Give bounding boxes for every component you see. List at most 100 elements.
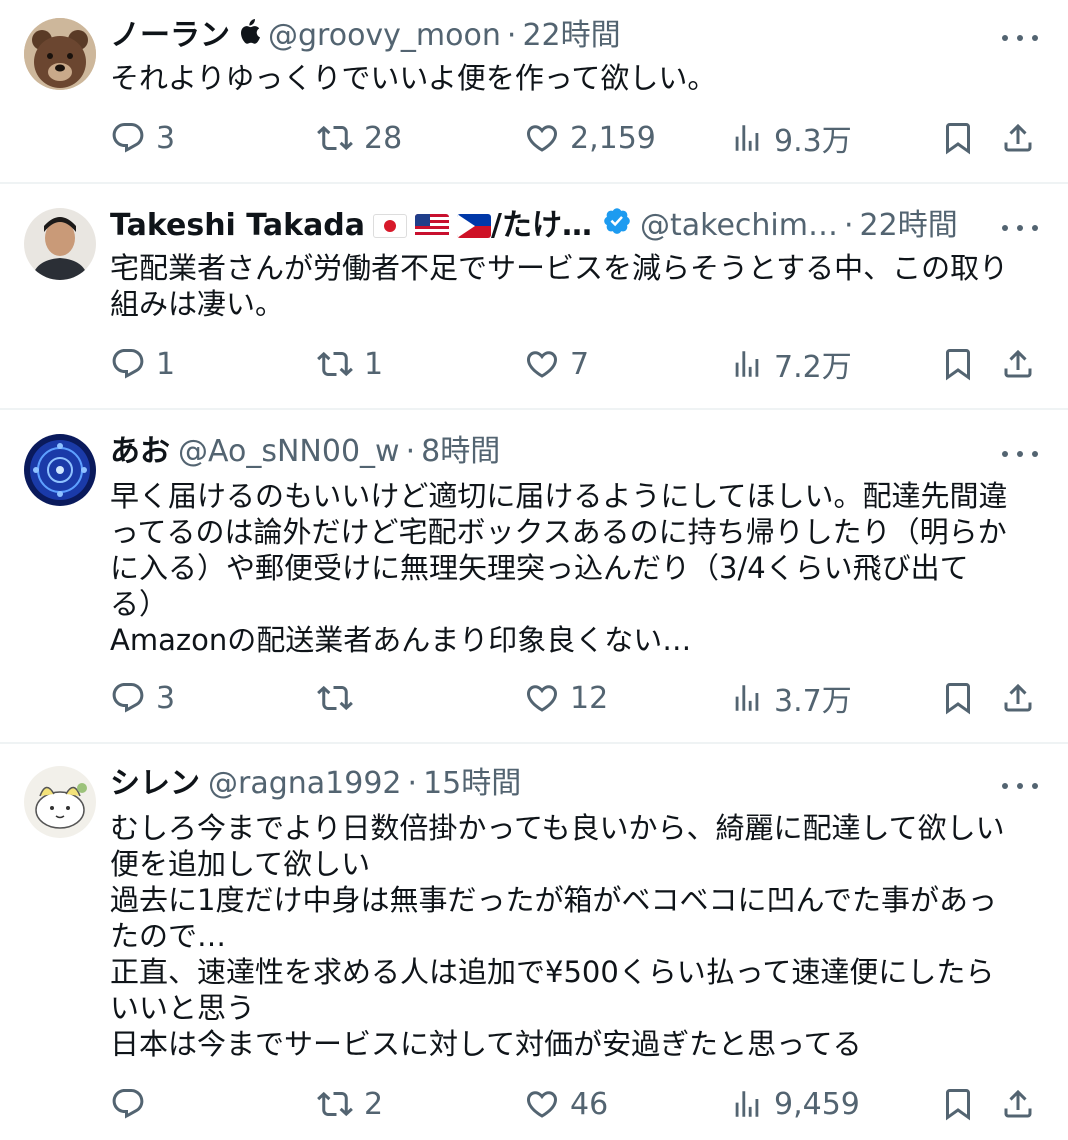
post[interactable]: Takeshi Takada /たけ… @takechim… · 22時間 宅配… bbox=[0, 184, 1068, 410]
reply-count: 1 bbox=[156, 346, 176, 382]
like-count: 46 bbox=[570, 1086, 609, 1122]
like-count: 12 bbox=[570, 680, 609, 716]
bookmark-icon bbox=[946, 349, 970, 381]
reply-button[interactable]: 3 bbox=[110, 116, 175, 160]
views-button[interactable]: 3.7万 bbox=[730, 676, 852, 720]
repost-button[interactable]: 28 bbox=[316, 116, 402, 160]
share-button[interactable] bbox=[1000, 1082, 1036, 1126]
repost-button[interactable]: 1 bbox=[316, 342, 383, 386]
separator: · bbox=[843, 208, 854, 243]
more-icon[interactable] bbox=[1002, 776, 1038, 796]
bookmark-icon bbox=[946, 1089, 970, 1121]
heart-icon bbox=[526, 351, 558, 378]
repost-count: 28 bbox=[364, 120, 403, 156]
repost-icon bbox=[317, 351, 353, 377]
person-photo-avatar bbox=[24, 208, 96, 280]
author-name[interactable]: Takeshi Takada bbox=[110, 206, 365, 246]
japan-flag-icon bbox=[373, 214, 408, 238]
repost-button[interactable]: 2 bbox=[316, 1082, 383, 1126]
author-handle[interactable]: @Ao_sNN00_w bbox=[178, 432, 400, 472]
reply-icon bbox=[112, 1089, 144, 1119]
reply-icon bbox=[112, 123, 144, 153]
author-name[interactable]: ノーラン bbox=[110, 16, 230, 56]
philippines-flag-icon bbox=[457, 214, 492, 238]
view-count: 3.7万 bbox=[774, 684, 852, 719]
author-handle[interactable]: @groovy_moon bbox=[268, 16, 501, 56]
reply-count: 3 bbox=[156, 680, 176, 716]
like-button[interactable]: 2,159 bbox=[524, 116, 656, 160]
heart-icon bbox=[526, 1091, 558, 1118]
share-button[interactable] bbox=[1000, 676, 1036, 720]
repost-count: 2 bbox=[364, 1086, 384, 1122]
reply-icon bbox=[112, 349, 144, 379]
us-flag-icon bbox=[415, 214, 450, 238]
repost-button[interactable] bbox=[316, 676, 364, 720]
avatar[interactable] bbox=[24, 766, 96, 838]
heart-icon bbox=[526, 685, 558, 712]
post-text: 早く届けるのもいいけど適切に届けるようにしてほしい。配達先間違 ってるのは論外だ… bbox=[110, 479, 1008, 657]
author-handle[interactable]: @takechim… bbox=[640, 206, 838, 246]
view-count: 9,459 bbox=[774, 1086, 860, 1122]
more-icon[interactable] bbox=[1002, 28, 1038, 48]
avatar[interactable] bbox=[24, 434, 96, 506]
reply-icon bbox=[112, 683, 144, 713]
views-button[interactable]: 7.2万 bbox=[730, 342, 852, 386]
action-bar: 1 1 7 7.2万 bbox=[110, 342, 1048, 386]
share-icon bbox=[1004, 683, 1032, 712]
view-count: 7.2万 bbox=[774, 350, 852, 385]
like-button[interactable]: 46 bbox=[524, 1082, 608, 1126]
reply-feed: ノーラン @groovy_moon · 22時間 それよりゆっくりでいいよ便を作… bbox=[0, 0, 1068, 1140]
avatar[interactable] bbox=[24, 18, 96, 90]
post-text: それよりゆっくりでいいよ便を作って欲しい。 bbox=[110, 61, 717, 95]
author-name[interactable]: シレン bbox=[110, 764, 200, 804]
action-bar: 3 28 2,159 9.3万 bbox=[110, 116, 1048, 160]
views-button[interactable]: 9,459 bbox=[730, 1082, 860, 1126]
action-bar: 3 12 3.7万 bbox=[110, 676, 1048, 720]
more-icon[interactable] bbox=[1002, 218, 1038, 238]
post-text: 宅配業者さんが労働者不足でサービスを減らそうとする中、この取り 組みは凄い。 bbox=[110, 251, 1009, 321]
like-button[interactable]: 7 bbox=[524, 342, 589, 386]
views-button[interactable]: 9.3万 bbox=[730, 116, 852, 160]
separator: · bbox=[506, 18, 517, 53]
cat-drawing-avatar bbox=[24, 766, 96, 838]
repost-icon bbox=[317, 1091, 353, 1117]
views-icon bbox=[735, 125, 759, 151]
separator: · bbox=[407, 766, 418, 801]
bookmark-button[interactable] bbox=[940, 116, 976, 160]
repost-icon bbox=[317, 685, 353, 711]
like-button[interactable]: 12 bbox=[524, 676, 608, 720]
like-count: 2,159 bbox=[570, 120, 656, 156]
author-handle[interactable]: @ragna1992 bbox=[208, 764, 402, 804]
share-button[interactable] bbox=[1000, 342, 1036, 386]
reply-button[interactable] bbox=[110, 1082, 156, 1126]
verified-icon bbox=[602, 206, 632, 247]
post[interactable]: あお @Ao_sNN00_w · 8時間 早く届けるのもいいけど適切に届けるよう… bbox=[0, 410, 1068, 744]
bookmark-button[interactable] bbox=[940, 676, 976, 720]
post-time[interactable]: 15時間 bbox=[423, 764, 521, 804]
bookmark-icon bbox=[946, 683, 970, 715]
view-count: 9.3万 bbox=[774, 124, 852, 159]
action-bar: 2 46 9,459 bbox=[110, 1082, 1048, 1126]
views-icon bbox=[735, 685, 759, 711]
post-text: むしろ今までより日数倍掛かっても良いから、綺麗に配達して欲しい 便を追加して欲し… bbox=[110, 811, 1005, 1061]
share-button[interactable] bbox=[1000, 116, 1036, 160]
bookmark-button[interactable] bbox=[940, 342, 976, 386]
author-name-suffix[interactable]: /たけ… bbox=[491, 206, 592, 246]
bookmark-button[interactable] bbox=[940, 1082, 976, 1126]
share-icon bbox=[1004, 123, 1032, 152]
share-icon bbox=[1004, 1089, 1032, 1118]
more-icon[interactable] bbox=[1002, 444, 1038, 464]
views-icon bbox=[735, 1091, 759, 1117]
avatar[interactable] bbox=[24, 208, 96, 280]
post-time[interactable]: 22時間 bbox=[860, 206, 958, 246]
views-icon bbox=[735, 351, 759, 377]
repost-icon bbox=[317, 125, 353, 151]
post[interactable]: ノーラン @groovy_moon · 22時間 それよりゆっくりでいいよ便を作… bbox=[0, 0, 1068, 184]
heart-icon bbox=[526, 125, 558, 152]
post-time[interactable]: 22時間 bbox=[522, 16, 620, 56]
post-time[interactable]: 8時間 bbox=[421, 432, 500, 472]
post[interactable]: シレン @ragna1992 · 15時間 むしろ今までより日数倍掛かっても良い… bbox=[0, 744, 1068, 1140]
reply-button[interactable]: 1 bbox=[110, 342, 175, 386]
author-name[interactable]: あお bbox=[110, 432, 170, 472]
reply-button[interactable]: 3 bbox=[110, 676, 175, 720]
